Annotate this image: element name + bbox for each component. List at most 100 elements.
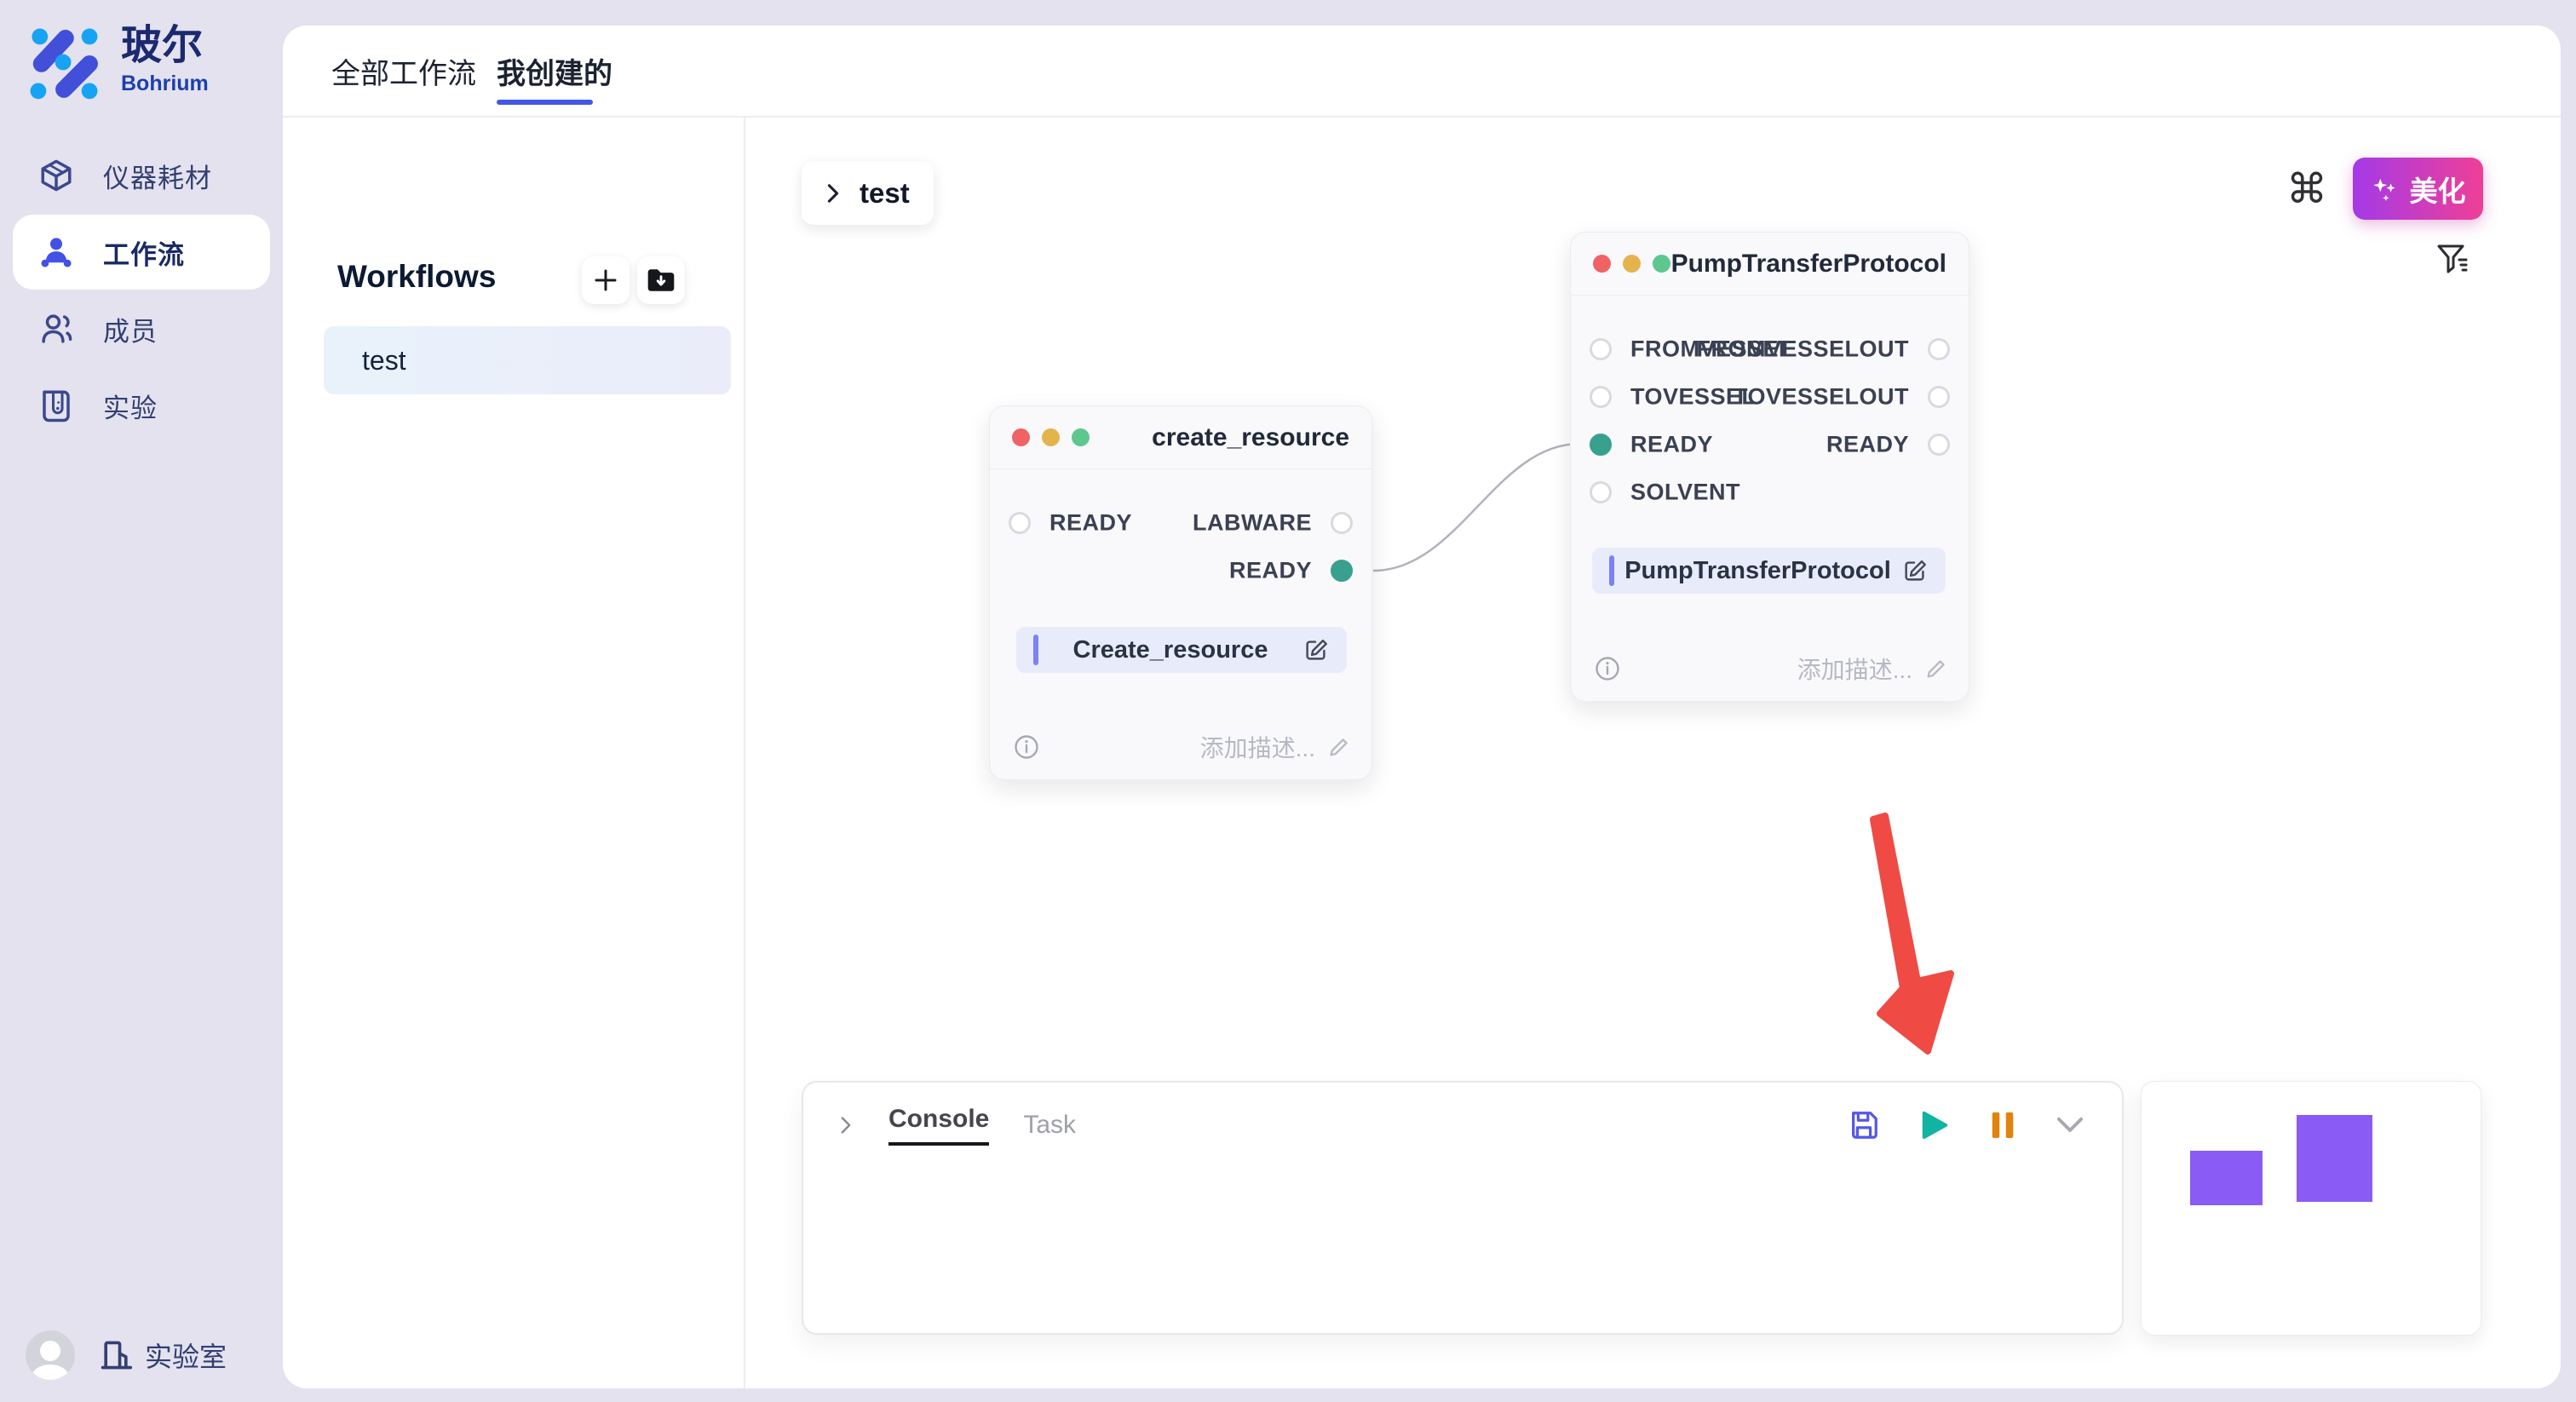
minimap-node	[2190, 1151, 2263, 1205]
save-button[interactable]	[1848, 1109, 1880, 1141]
workflow-panel: Workflows test	[283, 118, 745, 1388]
port-label: READY	[1630, 432, 1713, 458]
node-header: create_resource	[990, 406, 1371, 469]
breadcrumb-label: test	[860, 177, 910, 210]
building-icon	[99, 1338, 133, 1372]
port-label: TOVESSELOUT	[1734, 384, 1909, 411]
import-folder-button[interactable]	[637, 256, 685, 304]
folder-download-icon	[645, 266, 677, 295]
node-title: PumpTransferProtocol	[1671, 250, 1946, 279]
pill-label: PumpTransferProtocol	[1614, 557, 1901, 585]
input-port[interactable]	[1590, 481, 1612, 503]
active-tab-underline	[497, 100, 593, 105]
workflow-list-item[interactable]: test	[324, 326, 731, 394]
run-button[interactable]	[1919, 1110, 1950, 1141]
description-editor[interactable]: 添加描述...	[1200, 730, 1351, 764]
port-label: SOLVENT	[1630, 480, 1740, 506]
chevron-down-icon	[2056, 1115, 2084, 1135]
main-card: 全部工作流 我创建的 Workflows test	[283, 26, 2561, 1388]
minimap-node	[2297, 1115, 2372, 1202]
package-box-icon	[38, 158, 74, 193]
pause-icon	[1989, 1110, 2016, 1141]
node-footer: 添加描述...	[1014, 730, 1351, 764]
bohrium-logo-icon	[24, 22, 104, 102]
edit-icon[interactable]	[1901, 557, 1929, 584]
sidebar-item-experiments[interactable]: 实验	[13, 368, 270, 443]
pause-button[interactable]	[1989, 1110, 2016, 1141]
node-ports: READY LABWARE READY	[990, 469, 1371, 595]
port-label: LABWARE	[1193, 510, 1312, 537]
collapse-button[interactable]	[2056, 1115, 2084, 1135]
workflows-title: Workflows	[337, 259, 496, 295]
console-tab[interactable]: Console	[888, 1105, 989, 1146]
traffic-dots-icon	[1012, 428, 1090, 446]
chevron-right-icon	[824, 182, 842, 204]
plus-icon	[591, 266, 620, 295]
command-shortcuts-icon[interactable]: ⌘	[2286, 165, 2327, 213]
sidebar-footer: 实验室	[26, 1330, 227, 1380]
description-editor[interactable]: 添加描述...	[1797, 652, 1948, 686]
node-function-pill[interactable]: PumpTransferProtocol	[1592, 548, 1946, 594]
node-title: create_resource	[1152, 423, 1349, 452]
lab-switcher[interactable]: 实验室	[99, 1336, 227, 1375]
sidebar-item-label: 仪器耗材	[103, 157, 212, 195]
users-icon	[38, 311, 74, 347]
logo-title: 玻尔	[121, 22, 209, 70]
info-icon[interactable]	[1014, 734, 1039, 760]
filter-icon[interactable]	[2435, 243, 2470, 277]
sidebar-item-instruments[interactable]: 仪器耗材	[13, 138, 270, 213]
beautify-button[interactable]: 美化	[2353, 158, 2483, 220]
sidebar-item-label: 工作流	[103, 233, 185, 272]
add-workflow-button[interactable]	[582, 256, 630, 304]
node-ports: FROMVESSEL FROMVESSELOUT TOVESSEL TOVESS…	[1571, 296, 1969, 516]
beautify-label: 美化	[2410, 169, 2466, 210]
node-header: PumpTransferProtocol	[1571, 233, 1969, 296]
node-footer: 添加描述...	[1595, 652, 1948, 686]
input-port-connected[interactable]	[1590, 434, 1612, 456]
output-port[interactable]	[1331, 512, 1353, 534]
tab-all-workflows[interactable]: 全部工作流	[331, 26, 476, 116]
lab-label: 实验室	[145, 1336, 227, 1375]
input-port[interactable]	[1590, 338, 1612, 360]
task-tab[interactable]: Task	[1023, 1111, 1076, 1140]
traffic-dots-icon	[1593, 255, 1670, 273]
edit-icon[interactable]	[1302, 636, 1330, 664]
chevron-right-icon[interactable]	[837, 1115, 854, 1135]
output-port[interactable]	[1928, 386, 1950, 408]
sidebar-item-label: 成员	[103, 310, 158, 348]
pencil-icon	[1327, 735, 1351, 759]
save-floppy-icon	[1848, 1109, 1880, 1141]
play-icon	[1919, 1110, 1950, 1141]
user-avatar[interactable]	[26, 1330, 75, 1380]
output-port[interactable]	[1928, 434, 1950, 456]
port-label: READY	[1049, 510, 1132, 537]
logo-subtitle: Bohrium	[121, 72, 209, 96]
sidebar-item-label: 实验	[103, 387, 158, 425]
port-label: READY	[1229, 558, 1312, 584]
logo: 玻尔 Bohrium	[24, 22, 209, 102]
sidebar-item-workflow[interactable]: 工作流	[13, 215, 270, 290]
node-function-pill[interactable]: Create_resource	[1016, 627, 1347, 673]
app-root: 玻尔 Bohrium 仪器耗材	[0, 0, 2576, 1402]
console-header: Console Task	[803, 1083, 2122, 1146]
port-label: FROMVESSELOUT	[1696, 336, 1909, 363]
test-tube-icon	[38, 388, 74, 423]
console-actions	[1848, 1109, 2084, 1141]
sparkles-icon	[2371, 175, 2398, 203]
info-icon[interactable]	[1595, 656, 1620, 681]
input-port[interactable]	[1590, 386, 1612, 408]
minimap[interactable]	[2141, 1081, 2481, 1336]
port-label: READY	[1826, 432, 1909, 458]
sidebar-nav: 仪器耗材 工作流	[0, 136, 283, 445]
node-pump-transfer-protocol[interactable]: PumpTransferProtocol FROMVESSEL FROMVESS…	[1570, 232, 1969, 702]
output-port[interactable]	[1928, 338, 1950, 360]
tab-bar: 全部工作流 我创建的	[283, 26, 2561, 118]
input-port[interactable]	[1009, 512, 1031, 534]
pill-label: Create_resource	[1038, 636, 1302, 664]
sidebar: 玻尔 Bohrium 仪器耗材	[0, 0, 283, 1402]
breadcrumb[interactable]: test	[802, 161, 934, 225]
output-port-connected[interactable]	[1331, 560, 1353, 582]
node-create-resource[interactable]: create_resource READY LABWARE READY Crea…	[989, 405, 1372, 780]
pencil-icon	[1924, 657, 1948, 681]
sidebar-item-members[interactable]: 成员	[13, 291, 270, 366]
